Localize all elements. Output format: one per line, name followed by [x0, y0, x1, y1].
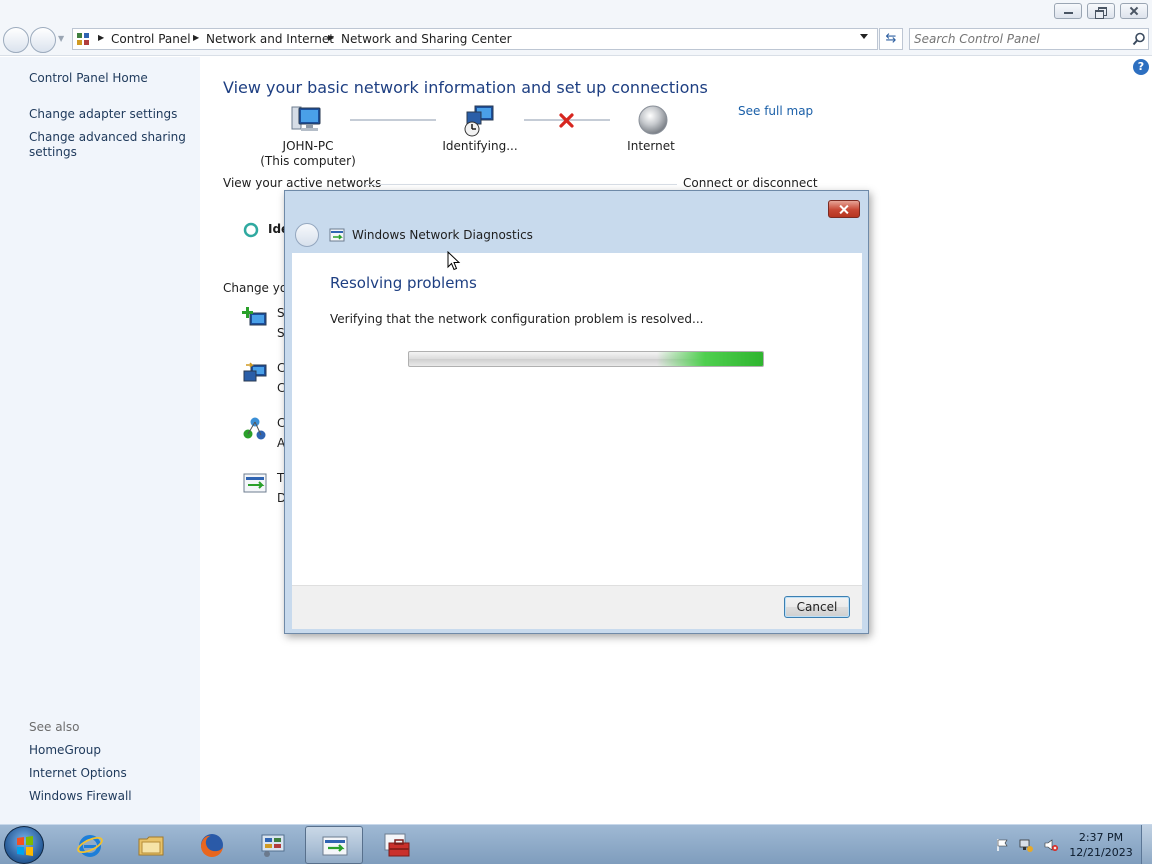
search-icon[interactable] [1132, 32, 1146, 46]
identifying-network-icon[interactable] [463, 104, 497, 138]
minimize-button[interactable] [1054, 3, 1082, 19]
breadcrumb-separator[interactable]: ▶ [193, 33, 199, 42]
diagnostics-icon [329, 228, 345, 242]
search-box[interactable] [909, 28, 1149, 50]
window-titlebar [0, 0, 1152, 24]
restore-button[interactable] [1087, 3, 1115, 19]
start-button[interactable] [4, 826, 44, 864]
breadcrumb-network-and-internet[interactable]: Network and Internet [206, 32, 334, 46]
navigation-bar: ▼ ▶ Control Panel ▶ Network and Internet… [0, 24, 1152, 56]
connect-network-icon[interactable] [242, 361, 268, 387]
see-full-map-link[interactable]: See full map [738, 104, 813, 118]
identifying-spinner-icon [243, 222, 259, 238]
taskbar-network-diagnostics[interactable] [305, 826, 363, 864]
dialog-heading: Resolving problems [330, 274, 477, 292]
taskbar-control-panel[interactable] [244, 826, 302, 864]
network-diagnostics-dialog: Windows Network Diagnostics Resolving pr… [284, 190, 869, 634]
progress-marquee [656, 352, 763, 366]
taskbar-toolbox[interactable] [368, 826, 426, 864]
clock-date: 12/21/2023 [1069, 846, 1133, 859]
folder-icon [138, 836, 164, 856]
task-pane: Control Panel Home Change adapter settin… [0, 57, 200, 824]
recent-pages-dropdown[interactable]: ▼ [58, 34, 64, 43]
windows-firewall-link[interactable]: Windows Firewall [29, 789, 132, 804]
internet-explorer-icon [77, 835, 103, 857]
active-networks-label: View your active networks [223, 176, 382, 190]
address-dropdown-icon[interactable] [860, 34, 868, 39]
dialog-status-message: Verifying that the network configuration… [330, 312, 704, 326]
dialog-title: Windows Network Diagnostics [352, 228, 533, 242]
page-title: View your basic network information and … [223, 78, 708, 97]
control-panel-app-icon [261, 834, 285, 857]
homegroup-link[interactable]: HomeGroup [29, 743, 101, 758]
internet-globe-icon[interactable] [637, 104, 669, 136]
action-center-flag-icon[interactable] [995, 838, 1009, 852]
change-advanced-sharing-link[interactable]: Change advanced sharing settings [29, 130, 186, 160]
setup-connection-icon[interactable] [242, 305, 268, 331]
dialog-close-button[interactable] [828, 200, 860, 218]
network-diagnostics-app-icon [322, 836, 348, 856]
firefox-icon [200, 834, 223, 858]
dialog-footer: Cancel [292, 585, 862, 629]
dialog-back-button[interactable] [295, 223, 319, 247]
computer-name-label: JOHN-PC [282, 139, 334, 153]
this-computer-label: (This computer) [260, 154, 356, 168]
troubleshoot-icon[interactable] [242, 471, 268, 497]
connect-or-disconnect-link[interactable]: Connect or disconnect [683, 176, 818, 190]
taskbar: 2:37 PM 12/21/2023 [0, 824, 1152, 864]
see-also-label: See also [29, 720, 80, 734]
close-window-button[interactable] [1120, 3, 1148, 19]
mouse-cursor-icon [447, 251, 461, 271]
internet-label: Internet [627, 139, 675, 153]
section-divider [365, 184, 677, 185]
taskbar-firefox[interactable] [183, 826, 241, 864]
computer-icon[interactable] [289, 104, 323, 136]
network-status-icon[interactable] [1019, 838, 1033, 852]
show-desktop-button[interactable] [1141, 825, 1152, 864]
breadcrumb-separator[interactable]: ▶ [98, 33, 104, 42]
cancel-button[interactable]: Cancel [784, 596, 850, 618]
toolbox-icon [384, 833, 410, 857]
control-panel-icon [77, 33, 89, 45]
clock-time: 2:37 PM [1078, 831, 1124, 844]
breadcrumb-separator[interactable]: ▶ [328, 33, 334, 42]
change-adapter-settings-link[interactable]: Change adapter settings [29, 107, 177, 122]
connection-error-icon [559, 113, 574, 128]
connection-line [350, 119, 436, 121]
windows-logo-icon [17, 836, 33, 856]
homegroup-icon[interactable] [242, 416, 268, 442]
taskbar-windows-explorer[interactable] [122, 826, 180, 864]
internet-options-link[interactable]: Internet Options [29, 766, 127, 781]
address-bar[interactable]: ▶ Control Panel ▶ Network and Internet ▶… [72, 28, 878, 50]
help-icon[interactable]: ? [1133, 59, 1149, 75]
forward-button[interactable] [30, 27, 56, 53]
breadcrumb-control-panel[interactable]: Control Panel [111, 32, 191, 46]
dialog-body: Resolving problems Verifying that the ne… [292, 253, 862, 585]
taskbar-internet-explorer[interactable] [61, 826, 119, 864]
progress-bar [408, 351, 764, 367]
search-input[interactable] [914, 31, 1124, 47]
breadcrumb-network-sharing-center[interactable]: Network and Sharing Center [341, 32, 512, 46]
system-clock[interactable]: 2:37 PM 12/21/2023 [1068, 830, 1134, 860]
control-panel-home-link[interactable]: Control Panel Home [29, 71, 148, 86]
volume-muted-icon[interactable] [1044, 838, 1058, 852]
network-status-label: Identifying... [442, 139, 518, 153]
back-button[interactable] [3, 27, 29, 53]
refresh-icon[interactable]: ⇆ [879, 28, 903, 50]
